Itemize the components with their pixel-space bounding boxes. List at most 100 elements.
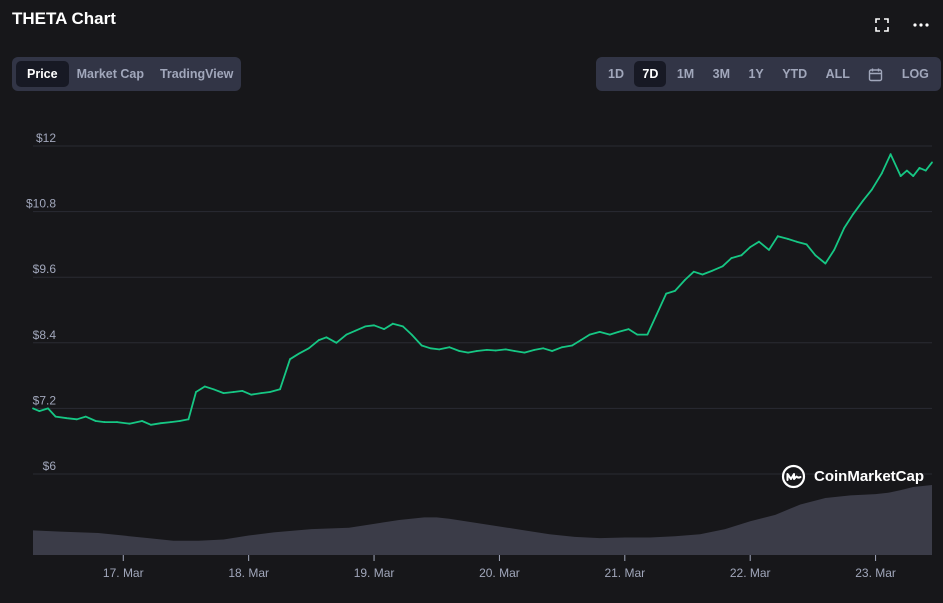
price-point bbox=[391, 322, 394, 325]
price-point bbox=[795, 240, 798, 243]
price-point bbox=[768, 248, 770, 251]
price-point bbox=[730, 257, 733, 259]
price-point bbox=[222, 392, 225, 394]
price-point bbox=[429, 347, 432, 350]
price-chart: $6 $7.2 $8.4 $9.6 $10.8 $12 17. Mar 18. Mar 19.… bbox=[26, 131, 933, 580]
price-point bbox=[159, 422, 162, 425]
price-point bbox=[692, 270, 695, 273]
price-point bbox=[383, 328, 385, 331]
y-tick-label: $6 bbox=[43, 459, 57, 473]
x-axis-ticks: 17. Mar 18. Mar 19. Mar 20. Mar 21. Mar 22. M… bbox=[103, 555, 896, 580]
y-axis-ticks: $6 $7.2 $8.4 $9.6 $10.8 $12 bbox=[26, 131, 56, 473]
price-point bbox=[103, 421, 106, 423]
y-tick-label: $8.4 bbox=[33, 328, 57, 342]
price-point bbox=[533, 349, 536, 351]
x-tick-label: 20. Mar bbox=[479, 566, 520, 580]
price-point bbox=[843, 227, 846, 229]
y-tick-label: $9.6 bbox=[33, 262, 57, 276]
x-tick-label: 19. Mar bbox=[354, 566, 395, 580]
price-point bbox=[354, 329, 357, 332]
price-point bbox=[665, 292, 668, 295]
price-point bbox=[504, 348, 507, 351]
price-point bbox=[571, 344, 574, 347]
price-point bbox=[627, 328, 630, 331]
price-point bbox=[94, 420, 97, 422]
price-point bbox=[542, 347, 545, 350]
price-line-layer bbox=[32, 153, 933, 426]
price-point bbox=[711, 269, 714, 272]
price-point bbox=[561, 346, 564, 349]
price-point bbox=[75, 418, 78, 421]
price-point bbox=[899, 175, 902, 177]
price-point bbox=[149, 423, 152, 426]
grid-lines bbox=[33, 145, 932, 475]
price-point bbox=[401, 325, 404, 328]
price-point bbox=[485, 349, 488, 351]
price-point bbox=[523, 351, 526, 354]
price-point bbox=[438, 348, 441, 351]
price-point bbox=[931, 161, 933, 164]
price-point bbox=[203, 385, 206, 388]
price-point bbox=[870, 188, 873, 191]
price-point bbox=[260, 392, 263, 394]
price-point bbox=[38, 410, 41, 413]
price-point bbox=[317, 339, 320, 341]
price-point bbox=[889, 153, 892, 156]
price-point bbox=[674, 289, 676, 292]
price-point bbox=[862, 199, 864, 202]
price-point bbox=[250, 393, 253, 396]
price-point bbox=[345, 333, 348, 336]
x-tick-label: 18. Mar bbox=[228, 566, 269, 580]
x-tick-label: 21. Mar bbox=[604, 566, 645, 580]
price-point bbox=[195, 391, 197, 393]
price-point bbox=[912, 175, 915, 177]
price-point bbox=[32, 407, 34, 410]
volume-area bbox=[33, 485, 932, 555]
price-point bbox=[54, 415, 57, 418]
coinmarketcap-logo-icon bbox=[781, 464, 806, 489]
price-point bbox=[636, 333, 639, 336]
price-point bbox=[84, 415, 87, 418]
price-point bbox=[814, 254, 817, 257]
price-point bbox=[212, 388, 215, 391]
price-point bbox=[598, 330, 601, 333]
price-point bbox=[588, 333, 591, 336]
price-point bbox=[458, 350, 461, 352]
x-tick-label: 23. Mar bbox=[855, 566, 896, 580]
price-point bbox=[551, 350, 553, 352]
price-point bbox=[513, 350, 516, 352]
price-point bbox=[373, 324, 375, 327]
price-point bbox=[701, 273, 704, 276]
price-point bbox=[906, 169, 908, 172]
price-point bbox=[924, 169, 927, 172]
price-point bbox=[279, 388, 281, 391]
price-point bbox=[684, 279, 686, 281]
price-point bbox=[232, 391, 235, 393]
price-point bbox=[420, 344, 423, 347]
price-point bbox=[786, 238, 789, 240]
price-point bbox=[297, 352, 300, 355]
price-point bbox=[187, 418, 190, 421]
price-point bbox=[128, 422, 131, 425]
price-point bbox=[580, 339, 582, 341]
price-point bbox=[880, 172, 883, 175]
price-point bbox=[833, 248, 836, 251]
price-point bbox=[758, 240, 760, 243]
price-series-line bbox=[32, 153, 933, 426]
price-point bbox=[269, 391, 271, 393]
x-tick-label: 22. Mar bbox=[730, 566, 771, 580]
price-point bbox=[608, 333, 611, 336]
price-point bbox=[307, 347, 310, 350]
price-point bbox=[655, 314, 658, 317]
price-point bbox=[335, 341, 338, 344]
price-point bbox=[852, 213, 854, 216]
price-point bbox=[617, 330, 620, 333]
price-point bbox=[448, 346, 451, 349]
price-point bbox=[824, 262, 827, 265]
price-point bbox=[289, 358, 291, 361]
price-point bbox=[141, 420, 143, 422]
price-point bbox=[178, 420, 181, 422]
coinmarketcap-watermark: CoinMarketCap bbox=[781, 464, 924, 489]
watermark-text: CoinMarketCap bbox=[814, 468, 925, 485]
price-point bbox=[918, 166, 921, 169]
